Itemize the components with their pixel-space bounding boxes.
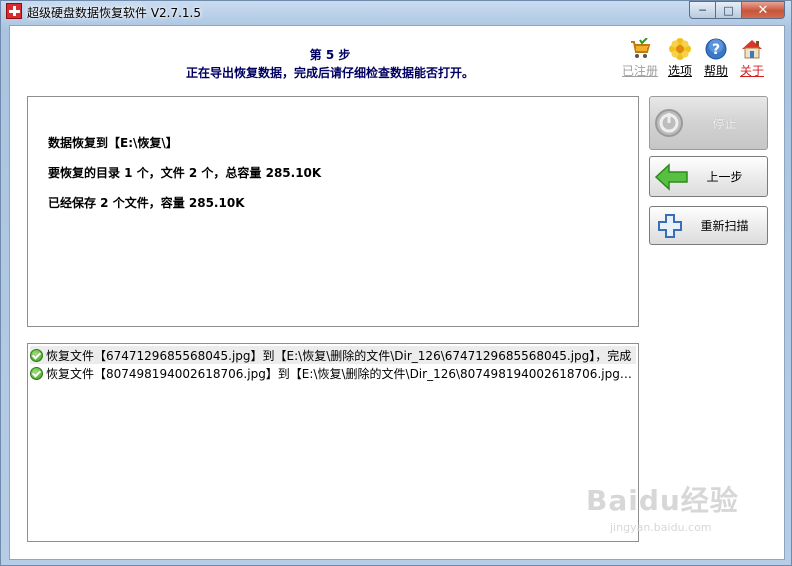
help-link[interactable]: ? 帮助	[698, 38, 734, 79]
previous-step-label: 上一步	[706, 170, 743, 184]
top-toolbar: 已注册 选项 ? 帮助 关于	[622, 37, 772, 82]
status-panel: 数据恢复到【E:\恢复\】 要恢复的目录 1 个，文件 2 个，总容量 285.…	[27, 96, 639, 327]
list-item[interactable]: 恢复文件【807498194002618706.jpg】到【E:\恢复\删除的文…	[30, 364, 636, 382]
log-text: 恢复文件【6747129685568045.jpg】到【E:\恢复\删除的文件\…	[46, 348, 632, 363]
stop-label: 停止	[712, 116, 737, 131]
previous-step-button[interactable]: 上一步	[649, 156, 768, 197]
about-link[interactable]: 关于	[734, 38, 770, 79]
close-button[interactable]: ✕	[741, 1, 785, 19]
app-window: 超级硬盘数据恢复软件 V2.7.1.5 ─ □ ✕ 第 5 步 正在导出恢复数据…	[0, 0, 792, 566]
restore-log-list[interactable]: 恢复文件【6747129685568045.jpg】到【E:\恢复\删除的文件\…	[27, 343, 639, 542]
stop-icon	[654, 108, 690, 138]
log-text: 恢复文件【807498194002618706.jpg】到【E:\恢复\删除的文…	[46, 366, 636, 381]
step-description: 正在导出恢复数据，完成后请仔细检查数据能否打开。	[185, 66, 474, 80]
restore-destination-text: 数据恢复到【E:\恢复\】	[48, 136, 178, 150]
registered-link[interactable]: 已注册	[622, 37, 659, 79]
watermark-sub: jingyan.baidu.com	[610, 521, 712, 534]
arrow-left-icon	[654, 162, 690, 192]
cart-icon	[629, 37, 651, 60]
rescan-button[interactable]: 重新扫描	[649, 206, 768, 245]
list-item[interactable]: 恢复文件【6747129685568045.jpg】到【E:\恢复\删除的文件\…	[30, 346, 636, 364]
options-label: 选项	[667, 64, 692, 78]
success-check-icon	[30, 348, 43, 362]
maximize-button[interactable]: □	[715, 1, 741, 19]
options-link[interactable]: 选项	[662, 38, 698, 79]
window-controls: ─ □ ✕	[689, 1, 785, 19]
step-title: 第 5 步	[309, 48, 351, 62]
window-title: 超级硬盘数据恢复软件 V2.7.1.5	[27, 6, 202, 20]
watermark-main: Baidu经验	[586, 484, 739, 517]
plus-icon	[654, 211, 690, 241]
success-check-icon	[30, 366, 43, 380]
options-flower-icon	[669, 38, 691, 60]
registered-label: 已注册	[622, 64, 659, 78]
about-label: 关于	[739, 64, 764, 78]
help-icon: ?	[705, 38, 727, 60]
baidu-watermark: Baidu经验 jingyan.baidu.com	[586, 471, 786, 551]
home-icon	[741, 38, 763, 60]
rescan-label: 重新扫描	[700, 219, 749, 233]
title-bar[interactable]: 超级硬盘数据恢复软件 V2.7.1.5 ─ □ ✕	[1, 1, 791, 23]
svg-text:?: ?	[712, 42, 720, 58]
saved-summary-text: 已经保存 2 个文件，容量 285.10K	[48, 196, 245, 210]
stop-button[interactable]: 停止	[649, 96, 768, 150]
app-logo-icon	[6, 3, 22, 19]
restore-summary-text: 要恢复的目录 1 个，文件 2 个，总容量 285.10K	[48, 166, 322, 180]
minimize-button[interactable]: ─	[689, 1, 715, 19]
help-label: 帮助	[703, 64, 728, 78]
